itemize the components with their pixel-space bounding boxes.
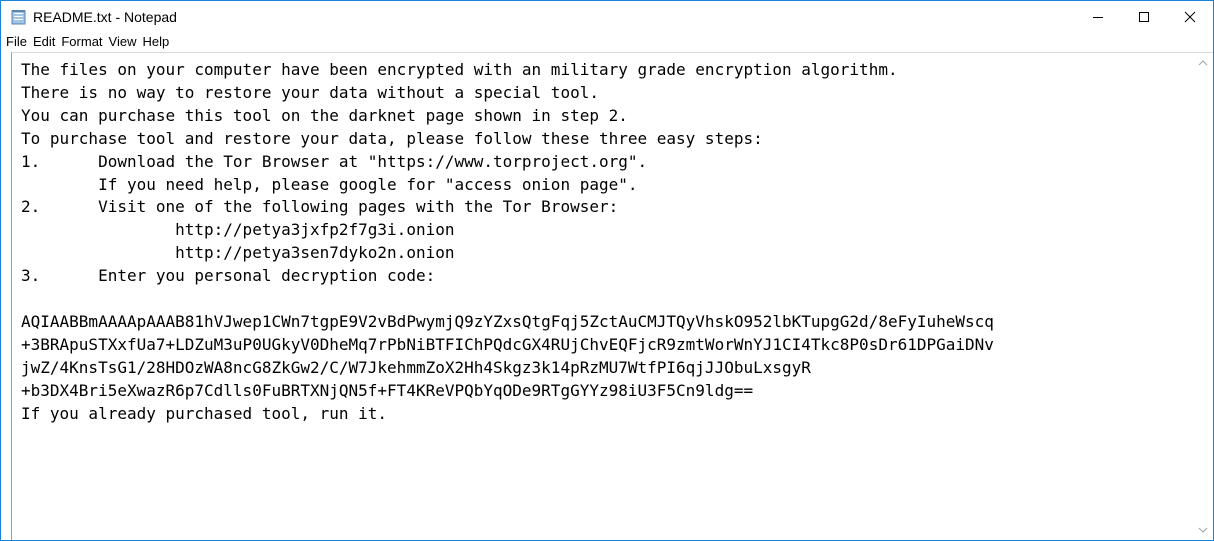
document-line: 3. Enter you personal decryption code: [21, 266, 436, 286]
document-line: http://petya3jxfp2f7g3i.onion [21, 220, 455, 240]
document-text[interactable]: The files on your computer have been enc… [21, 59, 1183, 425]
document-line: If you need help, please google for "acc… [21, 174, 638, 194]
document-line: The files on your computer have been enc… [21, 60, 898, 79]
minimize-icon [1093, 16, 1103, 18]
notepad-window: README.txt - Notepad File Edit Format Vi… [0, 0, 1214, 541]
document-line: You can purchase this tool on the darkne… [21, 105, 628, 125]
scroll-down-icon[interactable] [1197, 524, 1209, 536]
menu-view[interactable]: View [106, 32, 140, 52]
notepad-icon [11, 9, 27, 25]
document-line: There is no way to restore your data wit… [21, 82, 599, 102]
document-line: jwZ/4KnsTsG1/28HDOzWA8ncG8ZkGw2/C/W7Jkeh… [21, 357, 811, 377]
maximize-button[interactable] [1121, 1, 1167, 32]
document-line: http://petya3sen7dyko2n.onion [21, 243, 455, 263]
text-editor[interactable]: The files on your computer have been enc… [11, 52, 1213, 540]
maximize-icon [1139, 11, 1149, 22]
document-line: AQIAABBmAAAApAAAB81hVJwep1CWn7tgpE9V2vBd… [21, 311, 994, 331]
scroll-up-icon[interactable] [1197, 57, 1209, 69]
document-line: +3BRApuSTXxfUa7+LDZuM3uP0UGkyV0DheMq7rPb… [21, 334, 994, 354]
menu-file[interactable]: File [3, 32, 30, 52]
close-button[interactable] [1167, 1, 1213, 32]
title-bar[interactable]: README.txt - Notepad [1, 1, 1213, 32]
menu-format[interactable]: Format [58, 32, 105, 52]
menu-edit[interactable]: Edit [30, 32, 58, 52]
close-icon [1184, 11, 1196, 22]
window-title: README.txt - Notepad [33, 8, 177, 25]
menu-bar: File Edit Format View Help [1, 32, 1213, 52]
minimize-button[interactable] [1075, 1, 1121, 32]
document-line: +b3DX4Bri5eXwazR6p7Cdlls0FuBRTXNjQN5f+FT… [21, 380, 754, 400]
vertical-scrollbar[interactable] [1194, 53, 1213, 540]
document-line: If you already purchased tool, run it. [21, 403, 388, 423]
menu-help[interactable]: Help [139, 32, 172, 52]
document-line: 1. Download the Tor Browser at "https://… [21, 151, 648, 171]
window-controls [1075, 1, 1213, 32]
document-line: 2. Visit one of the following pages with… [21, 197, 619, 217]
document-line: To purchase tool and restore your data, … [21, 128, 763, 148]
